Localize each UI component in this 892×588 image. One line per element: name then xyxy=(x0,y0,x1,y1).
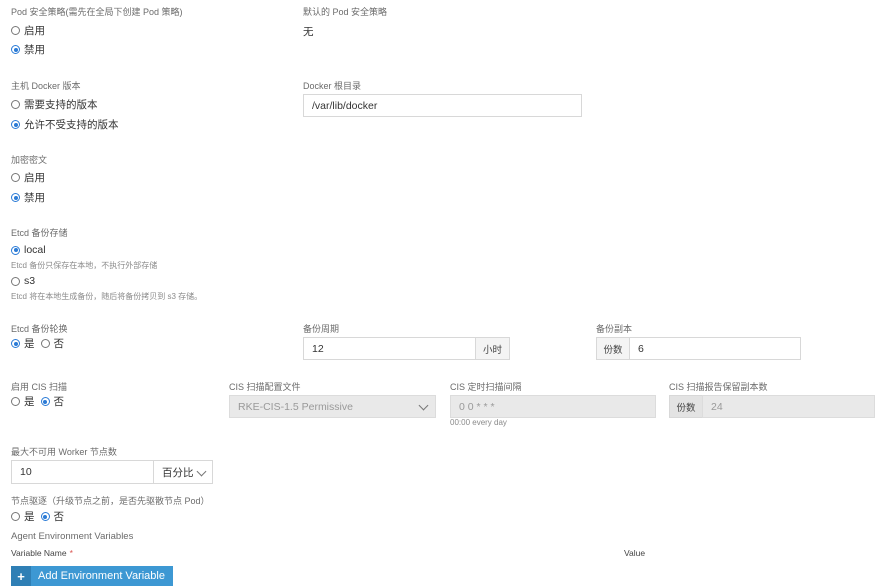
etcd-rotation-no-radio[interactable]: 否 xyxy=(40,336,64,351)
cis-schedule-help: 00:00 every day xyxy=(450,418,507,427)
variable-name-header: Variable Name * xyxy=(11,548,73,558)
radio-checked-icon xyxy=(40,397,50,406)
backup-period-unit: 小时 xyxy=(475,337,510,360)
max-unavailable-label: 最大不可用 Worker 节点数 xyxy=(11,447,117,457)
default-pod-policy-label: 默认的 Pod 安全策略 xyxy=(303,7,388,17)
cis-profile-label: CIS 扫描配置文件 xyxy=(229,382,301,392)
cis-retention-prefix: 份数 xyxy=(669,395,703,418)
node-drain-no-radio[interactable]: 否 xyxy=(40,509,64,524)
radio-icon xyxy=(11,26,20,35)
encryption-label: 加密密文 xyxy=(11,155,48,165)
radio-checked-icon xyxy=(40,512,50,521)
node-drain-yes-radio[interactable]: 是 xyxy=(11,509,35,524)
chevron-down-icon xyxy=(196,466,207,477)
pod-security-enable-radio[interactable]: 启用 xyxy=(11,23,45,38)
etcd-backup-local-radio[interactable]: local xyxy=(11,244,46,256)
node-drain-label: 节点驱逐（升级节点之前，是否先驱散节点 Pod） xyxy=(11,496,210,506)
radio-icon xyxy=(11,397,20,406)
etcd-rotation-yes-radio[interactable]: 是 xyxy=(11,336,35,351)
etcd-backup-s3-help: Etcd 将在本地生成备份，随后将备份拷贝到 s3 存储。 xyxy=(11,292,203,301)
max-unavailable-unit-value: 百分比 xyxy=(162,466,194,479)
encryption-enable-radio[interactable]: 启用 xyxy=(11,170,45,185)
radio-icon xyxy=(11,276,20,286)
cis-profile-select[interactable]: RKE-CIS-1.5 Permissive xyxy=(229,395,436,418)
etcd-rotation-radio-group: 是 否 xyxy=(11,336,64,351)
backup-period-label: 备份周期 xyxy=(303,324,340,334)
backup-copies-prefix: 份数 xyxy=(596,337,630,360)
encryption-disable-radio[interactable]: 禁用 xyxy=(11,190,45,205)
cis-schedule-label: CIS 定时扫描间隔 xyxy=(450,382,522,392)
radio-checked-icon xyxy=(11,339,20,348)
docker-root-input[interactable]: /var/lib/docker xyxy=(303,94,582,117)
add-environment-variable-label: Add Environment Variable xyxy=(38,570,165,582)
cis-retention-input[interactable]: 24 xyxy=(702,395,875,418)
cis-scan-no-radio[interactable]: 否 xyxy=(40,394,64,409)
backup-copies-label: 备份副本 xyxy=(596,324,633,334)
radio-checked-icon xyxy=(11,45,20,54)
etcd-backup-label: Etcd 备份存储 xyxy=(11,228,68,238)
radio-icon xyxy=(11,100,20,109)
docker-version-unsupported-radio[interactable]: 允许不受支持的版本 xyxy=(11,117,119,132)
docker-version-label: 主机 Docker 版本 xyxy=(11,81,81,91)
agent-env-title: Agent Environment Variables xyxy=(11,531,134,542)
cis-scan-radio-group: 是 否 xyxy=(11,394,64,409)
max-unavailable-input[interactable]: 10 xyxy=(11,460,154,484)
radio-checked-icon xyxy=(11,193,20,202)
default-pod-policy-value: 无 xyxy=(303,26,314,38)
chevron-down-icon xyxy=(418,400,429,411)
radio-icon xyxy=(40,339,50,348)
add-environment-variable-button[interactable]: + Add Environment Variable xyxy=(11,566,173,586)
radio-icon xyxy=(11,512,20,521)
node-drain-radio-group: 是 否 xyxy=(11,509,64,524)
plus-icon: + xyxy=(11,566,31,586)
etcd-backup-s3-radio[interactable]: s3 xyxy=(11,275,35,287)
cis-scan-yes-radio[interactable]: 是 xyxy=(11,394,35,409)
radio-icon xyxy=(11,173,20,182)
cis-profile-value: RKE-CIS-1.5 Permissive xyxy=(238,400,353,413)
value-header: Value xyxy=(624,548,646,558)
cis-schedule-input[interactable]: 0 0 * * * xyxy=(450,395,656,418)
cis-scan-label: 启用 CIS 扫描 xyxy=(11,382,68,392)
pod-security-label: Pod 安全策略(需先在全局下创建 Pod 策略) xyxy=(11,7,183,17)
docker-root-label: Docker 根目录 xyxy=(303,81,362,91)
etcd-backup-local-help: Etcd 备份只保存在本地，不执行外部存储 xyxy=(11,261,158,270)
max-unavailable-unit-select[interactable]: 百分比 xyxy=(153,460,213,484)
backup-period-input[interactable]: 12 xyxy=(303,337,476,360)
etcd-rotation-label: Etcd 备份轮换 xyxy=(11,324,68,334)
cis-retention-label: CIS 扫描报告保留副本数 xyxy=(669,382,768,392)
radio-checked-icon xyxy=(11,120,20,129)
radio-checked-icon xyxy=(11,245,20,255)
docker-version-supported-radio[interactable]: 需要支持的版本 xyxy=(11,97,98,112)
pod-security-disable-radio[interactable]: 禁用 xyxy=(11,42,45,57)
backup-copies-input[interactable]: 6 xyxy=(629,337,801,360)
required-mark: * xyxy=(69,548,73,558)
